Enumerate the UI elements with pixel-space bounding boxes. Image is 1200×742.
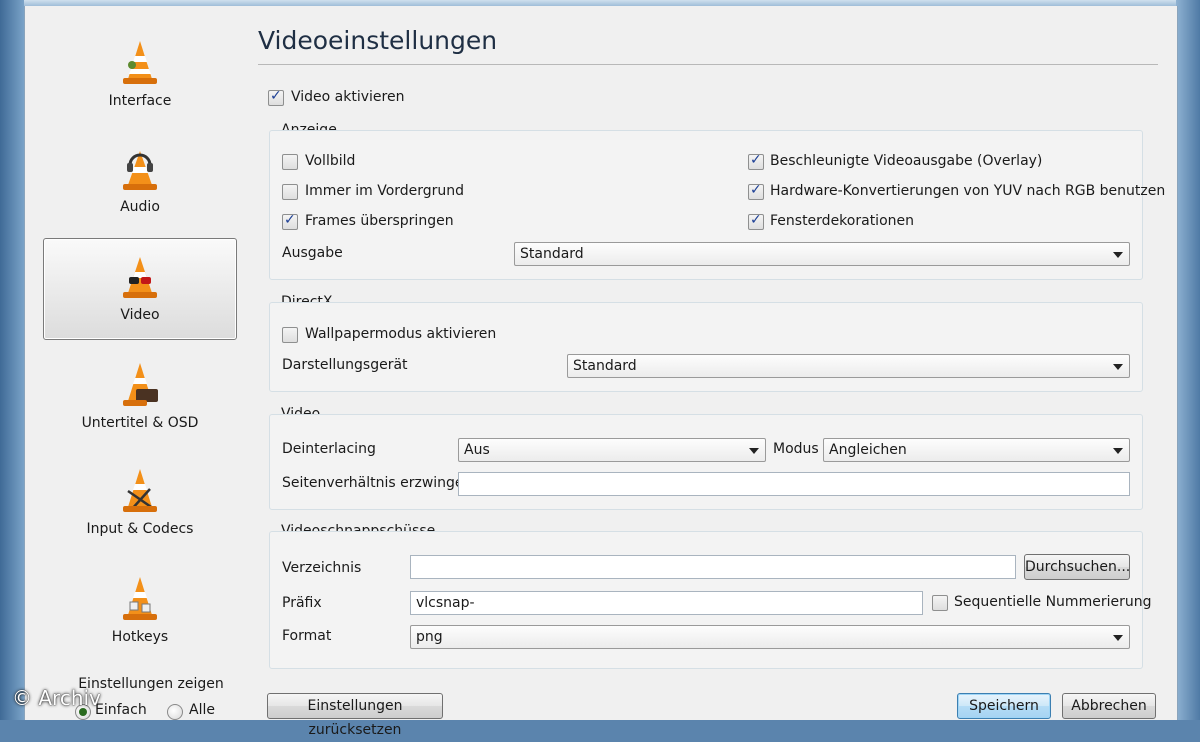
chevron-down-icon [1113,252,1123,258]
chevron-down-icon [1113,635,1123,641]
sidebar-item-label: Input & Codecs [86,521,194,537]
sequential-checkbox[interactable] [932,595,948,611]
yuv-rgb-label: Hardware-Konvertierungen von YUV nach RG… [770,183,1166,199]
prefix-label: Präfix [282,595,322,611]
device-select-value: Standard [573,358,637,374]
mode-label: Modus [773,441,819,457]
deinterlacing-select-value: Aus [464,442,490,458]
chevron-down-icon [1113,364,1123,370]
sidebar-item-input-codecs[interactable]: Input & Codecs [43,452,237,554]
mode-select[interactable]: Angleichen [823,438,1130,462]
aspect-ratio-input[interactable] [458,472,1130,496]
chevron-down-icon [1113,448,1123,454]
sidebar-item-label: Untertitel & OSD [81,415,199,431]
fullscreen-checkbox[interactable] [282,154,298,170]
window-frame-left [0,0,24,720]
skip-frames-checkbox[interactable] [282,212,298,230]
sidebar-item-audio[interactable]: Audio [43,130,237,232]
device-select[interactable]: Standard [567,354,1130,378]
enable-video-checkbox[interactable] [268,88,284,106]
wallpaper-label: Wallpapermodus aktivieren [305,326,497,342]
output-select[interactable]: Standard [514,242,1130,266]
deinterlacing-label: Deinterlacing [282,441,376,457]
overlay-label: Beschleunigte Videoausgabe (Overlay) [770,153,1043,169]
format-label: Format [282,628,332,644]
always-on-top-label: Immer im Vordergrund [305,183,465,199]
subtitle-cone-icon [123,363,158,406]
fullscreen-label: Vollbild [305,153,356,169]
format-select[interactable]: png [410,625,1130,649]
always-on-top-checkbox[interactable] [282,184,298,200]
directx-group [269,302,1143,392]
save-button[interactable]: Speichern [957,693,1051,719]
reset-button[interactable]: Einstellungen zurücksetzen [267,693,443,738]
yuv-rgb-checkbox[interactable] [748,182,764,200]
hotkeys-cone-icon [123,577,157,620]
skip-frames-label: Frames überspringen [305,213,454,229]
chevron-down-icon [749,448,759,454]
output-label: Ausgabe [282,245,343,261]
mode-select-value: Angleichen [829,442,907,458]
page-title: Videoeinstellungen [258,26,498,55]
sidebar-item-label: Video [120,307,160,323]
prefix-input[interactable]: vlcsnap- [410,591,923,615]
decorations-label: Fensterdekorationen [770,213,914,229]
wallpaper-checkbox[interactable] [282,327,298,343]
directory-input[interactable] [410,555,1016,579]
vlc-cone-icon [123,41,157,84]
sidebar-item-video[interactable]: Video [43,238,237,340]
all-radio-label: Alle [189,702,215,718]
simple-radio-label: Einfach [95,702,147,718]
decorations-checkbox[interactable] [748,212,764,230]
sequential-label: Sequentielle Nummerierung [954,594,1152,610]
sidebar-item-label: Audio [120,199,160,215]
device-label: Darstellungsgerät [282,357,408,373]
aspect-ratio-label: Seitenverhältnis erzwingen [282,475,473,491]
directory-label: Verzeichnis [282,560,362,576]
output-select-value: Standard [520,246,584,262]
category-sidebar: Interface Audio Video Untertitel & OSD I… [37,14,243,714]
codec-cone-icon [123,469,157,512]
sidebar-item-interface[interactable]: Interface [43,24,237,126]
sidebar-item-subtitles-osd[interactable]: Untertitel & OSD [43,346,237,448]
prefix-value: vlcsnap- [416,595,475,611]
sidebar-item-label: Hotkeys [111,629,169,645]
browse-button[interactable]: Durchsuchen... [1024,554,1130,580]
archive-watermark: © Archiv [12,686,101,710]
deinterlacing-select[interactable]: Aus [458,438,766,462]
window-frame-right [1176,0,1200,720]
headphones-cone-icon [123,151,157,190]
enable-video-label: Video aktivieren [291,89,405,105]
format-select-value: png [416,629,443,645]
title-divider [258,64,1158,65]
glasses-cone-icon [123,257,157,298]
sidebar-item-label: Interface [108,93,172,109]
all-radio[interactable] [167,704,183,720]
preferences-window: Interface Audio Video Untertitel & OSD I… [24,6,1178,738]
sidebar-item-hotkeys[interactable]: Hotkeys [43,560,237,662]
cancel-button[interactable]: Abbrechen [1062,693,1156,719]
overlay-checkbox[interactable] [748,152,764,170]
